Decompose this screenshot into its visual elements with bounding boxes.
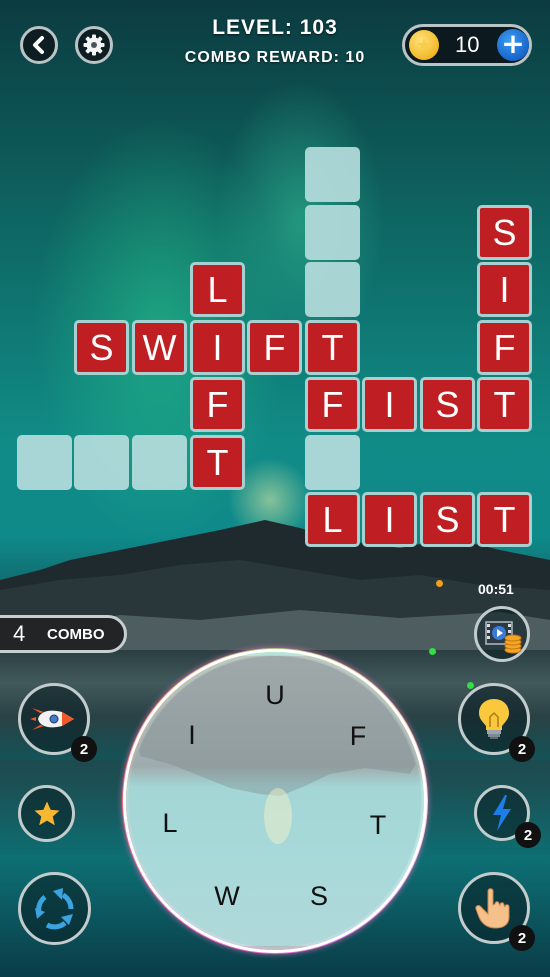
lightbulb-icon bbox=[479, 699, 509, 739]
rocket-count-badge: 2 bbox=[71, 736, 97, 762]
hint-button[interactable]: 2 bbox=[458, 683, 535, 762]
letter-tile: F bbox=[190, 377, 245, 432]
wheel-letter-u[interactable]: U bbox=[255, 678, 295, 712]
letter-tile: T bbox=[477, 377, 532, 432]
empty-tile bbox=[305, 435, 360, 490]
empty-tile bbox=[305, 262, 360, 317]
star-icon bbox=[34, 801, 59, 825]
wheel-letter-f[interactable]: F bbox=[338, 719, 378, 753]
letter-tile: S bbox=[74, 320, 129, 375]
plus-icon: + bbox=[501, 27, 525, 60]
coin-count: 10 bbox=[455, 32, 480, 57]
pointing-hand-icon bbox=[475, 888, 510, 929]
letter-tile: S bbox=[477, 205, 532, 260]
shuffle-button[interactable] bbox=[18, 872, 91, 945]
letter-tile: F bbox=[247, 320, 302, 375]
empty-tile bbox=[305, 147, 360, 202]
lightning-icon bbox=[493, 795, 511, 831]
letter-tile: T bbox=[190, 435, 245, 490]
letter-tile: W bbox=[132, 320, 187, 375]
rocket-button[interactable]: 2 bbox=[18, 683, 97, 762]
letter-tile: L bbox=[190, 262, 245, 317]
video-coins-icon bbox=[485, 621, 522, 654]
letter-tile: I bbox=[477, 262, 532, 317]
empty-tile bbox=[132, 435, 187, 490]
letter-tile: F bbox=[305, 377, 360, 432]
star-coin-icon: ★ bbox=[409, 30, 439, 60]
combo-counter: 4 COMBO bbox=[0, 615, 127, 653]
letter-tile: T bbox=[477, 492, 532, 547]
coin-balance: ★ 10 + bbox=[402, 24, 532, 66]
combo-count: 4 bbox=[13, 621, 26, 646]
finger-button[interactable]: 2 bbox=[458, 872, 535, 951]
letter-tile: I bbox=[362, 492, 417, 547]
wheel-letter-i[interactable]: I bbox=[172, 718, 212, 752]
finger-count-badge: 2 bbox=[509, 925, 535, 951]
letter-tile: I bbox=[190, 320, 245, 375]
letter-tile: L bbox=[305, 492, 360, 547]
letter-tile: I bbox=[362, 377, 417, 432]
wheel-letter-t[interactable]: T bbox=[358, 808, 398, 842]
letter-tile: T bbox=[305, 320, 360, 375]
add-coins-button[interactable]: + bbox=[497, 29, 529, 61]
sparkle-green bbox=[467, 682, 474, 689]
letter-tile: S bbox=[420, 492, 475, 547]
video-timer: 00:51 bbox=[478, 581, 514, 597]
hint-count-badge: 2 bbox=[509, 736, 535, 762]
lightning-button[interactable]: 2 bbox=[474, 785, 541, 848]
rocket-icon bbox=[30, 708, 74, 730]
sparkle-green bbox=[429, 648, 436, 655]
shuffle-icon bbox=[34, 887, 74, 929]
star-button[interactable] bbox=[18, 785, 75, 842]
empty-tile bbox=[74, 435, 129, 490]
empty-tile bbox=[305, 205, 360, 260]
letter-tile: F bbox=[477, 320, 532, 375]
wheel-letter-l[interactable]: L bbox=[150, 806, 190, 840]
combo-label: COMBO bbox=[47, 625, 105, 643]
lightning-count-badge: 2 bbox=[515, 822, 541, 848]
letter-tile: S bbox=[420, 377, 475, 432]
video-reward-button[interactable] bbox=[474, 606, 530, 662]
empty-tile bbox=[17, 435, 72, 490]
wheel-letter-s[interactable]: S bbox=[299, 879, 339, 913]
wheel-letter-w[interactable]: W bbox=[207, 879, 247, 913]
sparkle-orange bbox=[436, 580, 443, 587]
